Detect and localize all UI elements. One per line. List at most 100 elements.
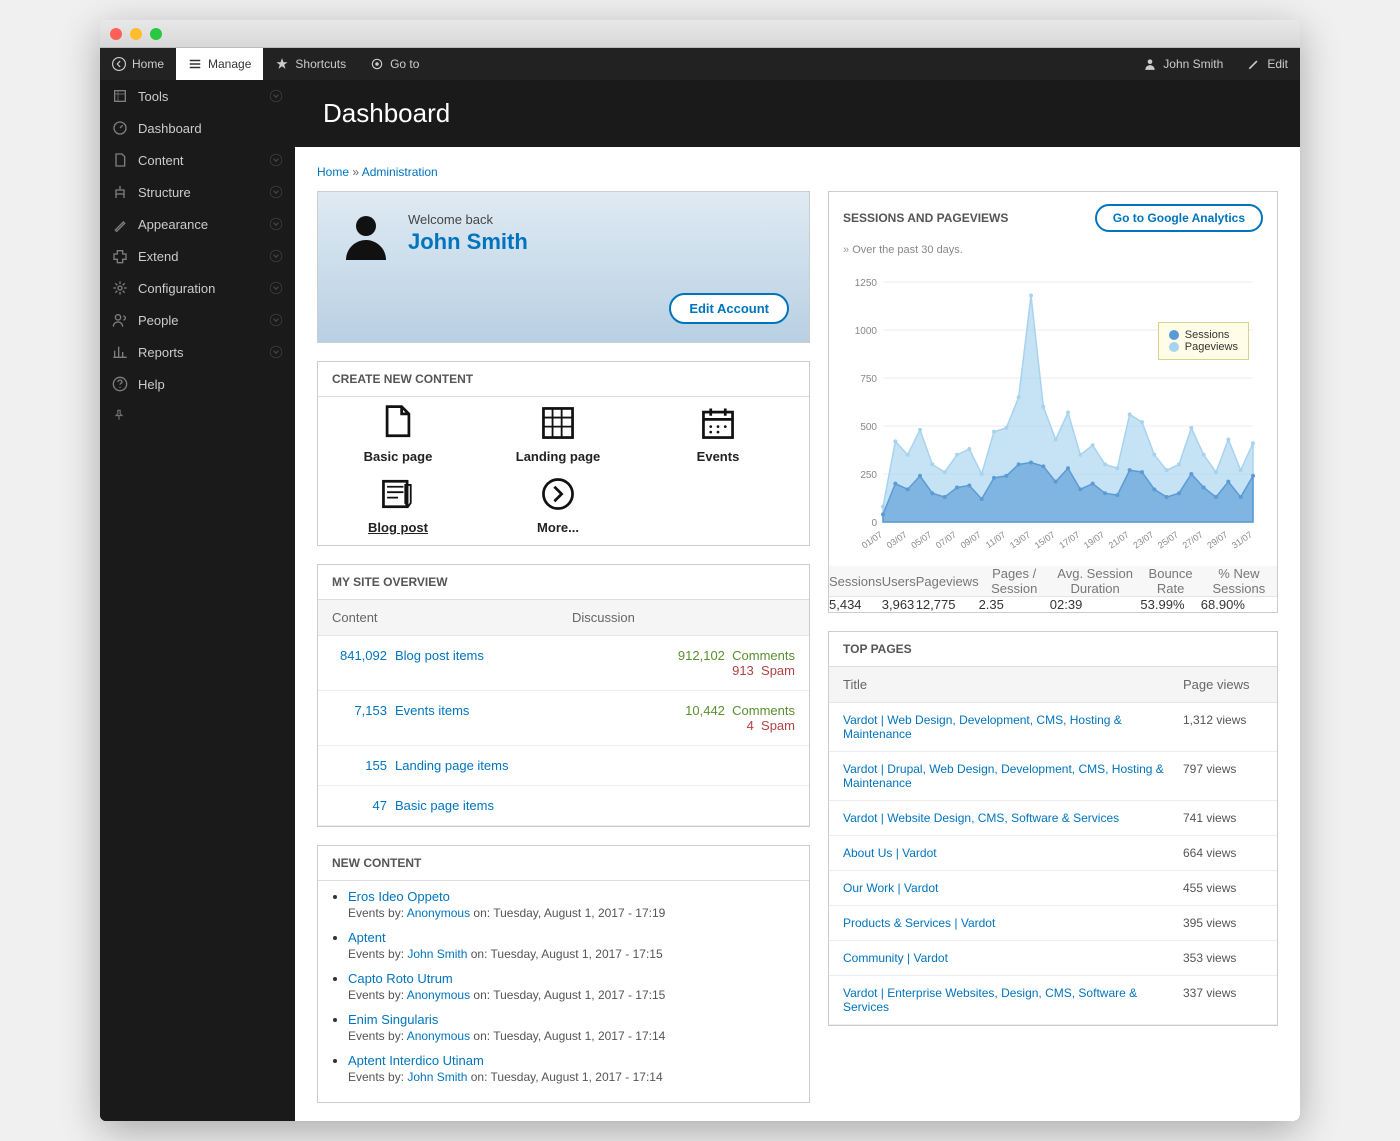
top-page-link[interactable]: Vardot | Drupal, Web Design, Development…: [843, 762, 1183, 790]
sidebar-item-dashboard[interactable]: Dashboard: [100, 112, 295, 144]
new-content-link[interactable]: Aptent: [348, 930, 801, 945]
maximize-window-dot[interactable]: [150, 28, 162, 40]
svg-text:05/07: 05/07: [909, 529, 933, 550]
top-page-link[interactable]: Products & Services | Vardot: [843, 916, 1183, 930]
toolbar-home[interactable]: Home: [100, 48, 176, 80]
overview-link[interactable]: Blog post items: [395, 648, 484, 678]
author-link[interactable]: Anonymous: [407, 906, 470, 920]
minimize-window-dot[interactable]: [130, 28, 142, 40]
sidebar-item-structure[interactable]: Structure: [100, 176, 295, 208]
svg-text:11/07: 11/07: [984, 529, 1008, 550]
user-icon: [1143, 57, 1157, 71]
top-page-link[interactable]: Community | Vardot: [843, 951, 1183, 965]
metric-value: 12,775: [916, 597, 979, 613]
sidebar-item-content[interactable]: Content: [100, 144, 295, 176]
author-link[interactable]: Anonymous: [407, 988, 470, 1002]
close-window-dot[interactable]: [110, 28, 122, 40]
toolbar-shortcuts[interactable]: Shortcuts: [263, 48, 358, 80]
legend-sessions-swatch: [1169, 330, 1179, 340]
top-page-link[interactable]: Vardot | Web Design, Development, CMS, H…: [843, 713, 1183, 741]
toolbar-user[interactable]: John Smith: [1131, 48, 1235, 80]
analytics-metrics-table: SessionsUsersPageviewsPages / SessionAvg…: [829, 566, 1277, 612]
top-page-link[interactable]: Our Work | Vardot: [843, 881, 1183, 895]
chevron-down-icon: [269, 153, 283, 167]
top-page-row: Vardot | Drupal, Web Design, Development…: [829, 752, 1277, 801]
metric-header: Users: [882, 566, 916, 597]
metric-value: 3,963: [882, 597, 916, 613]
top-page-link[interactable]: Vardot | Website Design, CMS, Software &…: [843, 811, 1183, 825]
overview-row: 155Landing page items: [318, 746, 809, 786]
author-link[interactable]: John Smith: [407, 947, 467, 961]
sidebar-item-configuration[interactable]: Configuration: [100, 272, 295, 304]
create-basic-page[interactable]: Basic page: [338, 403, 458, 464]
top-pages-panel: TOP PAGES Title Page views Vardot | Web …: [828, 631, 1278, 1026]
top-page-views: 664 views: [1183, 846, 1263, 860]
welcome-greeting: Welcome back: [408, 212, 528, 227]
top-page-row: Vardot | Web Design, Development, CMS, H…: [829, 703, 1277, 752]
chevron-down-icon: [269, 89, 283, 103]
new-content-link[interactable]: Aptent Interdico Utinam: [348, 1053, 801, 1068]
create-content-panel: CREATE NEW CONTENT Basic pageLanding pag…: [317, 361, 810, 546]
create-blog-post[interactable]: Blog post: [338, 474, 458, 535]
new-content-link[interactable]: Eros Ideo Oppeto: [348, 889, 801, 904]
author-link[interactable]: John Smith: [407, 1070, 467, 1084]
admin-toolbar: Home Manage Shortcuts Go to John Smith: [100, 48, 1300, 80]
svg-text:03/07: 03/07: [885, 529, 909, 550]
more-icon: [538, 472, 578, 516]
edit-account-button[interactable]: Edit Account: [669, 293, 789, 324]
overview-link[interactable]: Landing page items: [395, 758, 508, 773]
overview-col-discussion: Discussion: [572, 610, 635, 625]
breadcrumb: Home » Administration: [317, 165, 1278, 179]
sidebar-pin[interactable]: [100, 400, 295, 430]
overview-row: 7,153Events items10,442 Comments4 Spam: [318, 691, 809, 746]
overview-link[interactable]: Basic page items: [395, 798, 494, 813]
analytics-chart: 02505007501000125001/0703/0705/0707/0709…: [843, 272, 1263, 562]
toolbar-edit[interactable]: Edit: [1235, 48, 1300, 80]
svg-text:19/07: 19/07: [1082, 529, 1106, 550]
top-page-views: 1,312 views: [1183, 713, 1263, 741]
admin-sidebar: ToolsDashboardContentStructureAppearance…: [100, 80, 295, 1121]
sidebar-item-appearance[interactable]: Appearance: [100, 208, 295, 240]
toolbar-manage[interactable]: Manage: [176, 48, 263, 80]
sidebar-item-help[interactable]: Help: [100, 368, 295, 400]
mac-titlebar: [100, 20, 1300, 48]
content-icon: [112, 152, 128, 168]
svg-text:250: 250: [860, 470, 877, 481]
go-to-analytics-button[interactable]: Go to Google Analytics: [1095, 204, 1263, 232]
configuration-icon: [112, 280, 128, 296]
blog-icon: [378, 472, 418, 516]
analytics-title: SESSIONS AND PAGEVIEWS: [843, 211, 1008, 225]
svg-text:29/07: 29/07: [1205, 529, 1229, 550]
create-events[interactable]: Events: [658, 403, 778, 464]
sidebar-item-tools[interactable]: Tools: [100, 80, 295, 112]
welcome-panel: Welcome back John Smith Edit Account: [317, 191, 810, 343]
metric-value: 2.35: [979, 597, 1050, 613]
author-link[interactable]: Anonymous: [407, 1029, 470, 1043]
create-more-[interactable]: More...: [498, 474, 618, 535]
top-page-link[interactable]: Vardot | Enterprise Websites, Design, CM…: [843, 986, 1183, 1014]
overview-link[interactable]: Events items: [395, 703, 469, 733]
top-pages-col-views: Page views: [1183, 677, 1263, 692]
welcome-username[interactable]: John Smith: [408, 229, 528, 255]
breadcrumb-home[interactable]: Home: [317, 165, 349, 179]
pin-icon: [112, 408, 126, 422]
toolbar-goto[interactable]: Go to: [358, 48, 431, 80]
sidebar-item-people[interactable]: People: [100, 304, 295, 336]
top-page-views: 741 views: [1183, 811, 1263, 825]
new-content-link[interactable]: Enim Singularis: [348, 1012, 801, 1027]
sidebar-item-reports[interactable]: Reports: [100, 336, 295, 368]
toolbar-manage-label: Manage: [208, 57, 251, 71]
create-landing-page[interactable]: Landing page: [498, 403, 618, 464]
chevron-down-icon: [269, 217, 283, 231]
svg-text:1000: 1000: [855, 326, 878, 337]
breadcrumb-current[interactable]: Administration: [362, 165, 438, 179]
top-page-link[interactable]: About Us | Vardot: [843, 846, 1183, 860]
metric-header: Pages / Session: [979, 566, 1050, 597]
site-overview-panel: MY SITE OVERVIEW Content Discussion 841,…: [317, 564, 810, 827]
chart-legend: Sessions Pageviews: [1158, 322, 1249, 360]
overview-row: 47Basic page items: [318, 786, 809, 826]
overview-col-content: Content: [332, 610, 572, 625]
new-content-item: AptentEvents by: John Smith on: Tuesday,…: [348, 930, 801, 961]
sidebar-item-extend[interactable]: Extend: [100, 240, 295, 272]
new-content-link[interactable]: Capto Roto Utrum: [348, 971, 801, 986]
